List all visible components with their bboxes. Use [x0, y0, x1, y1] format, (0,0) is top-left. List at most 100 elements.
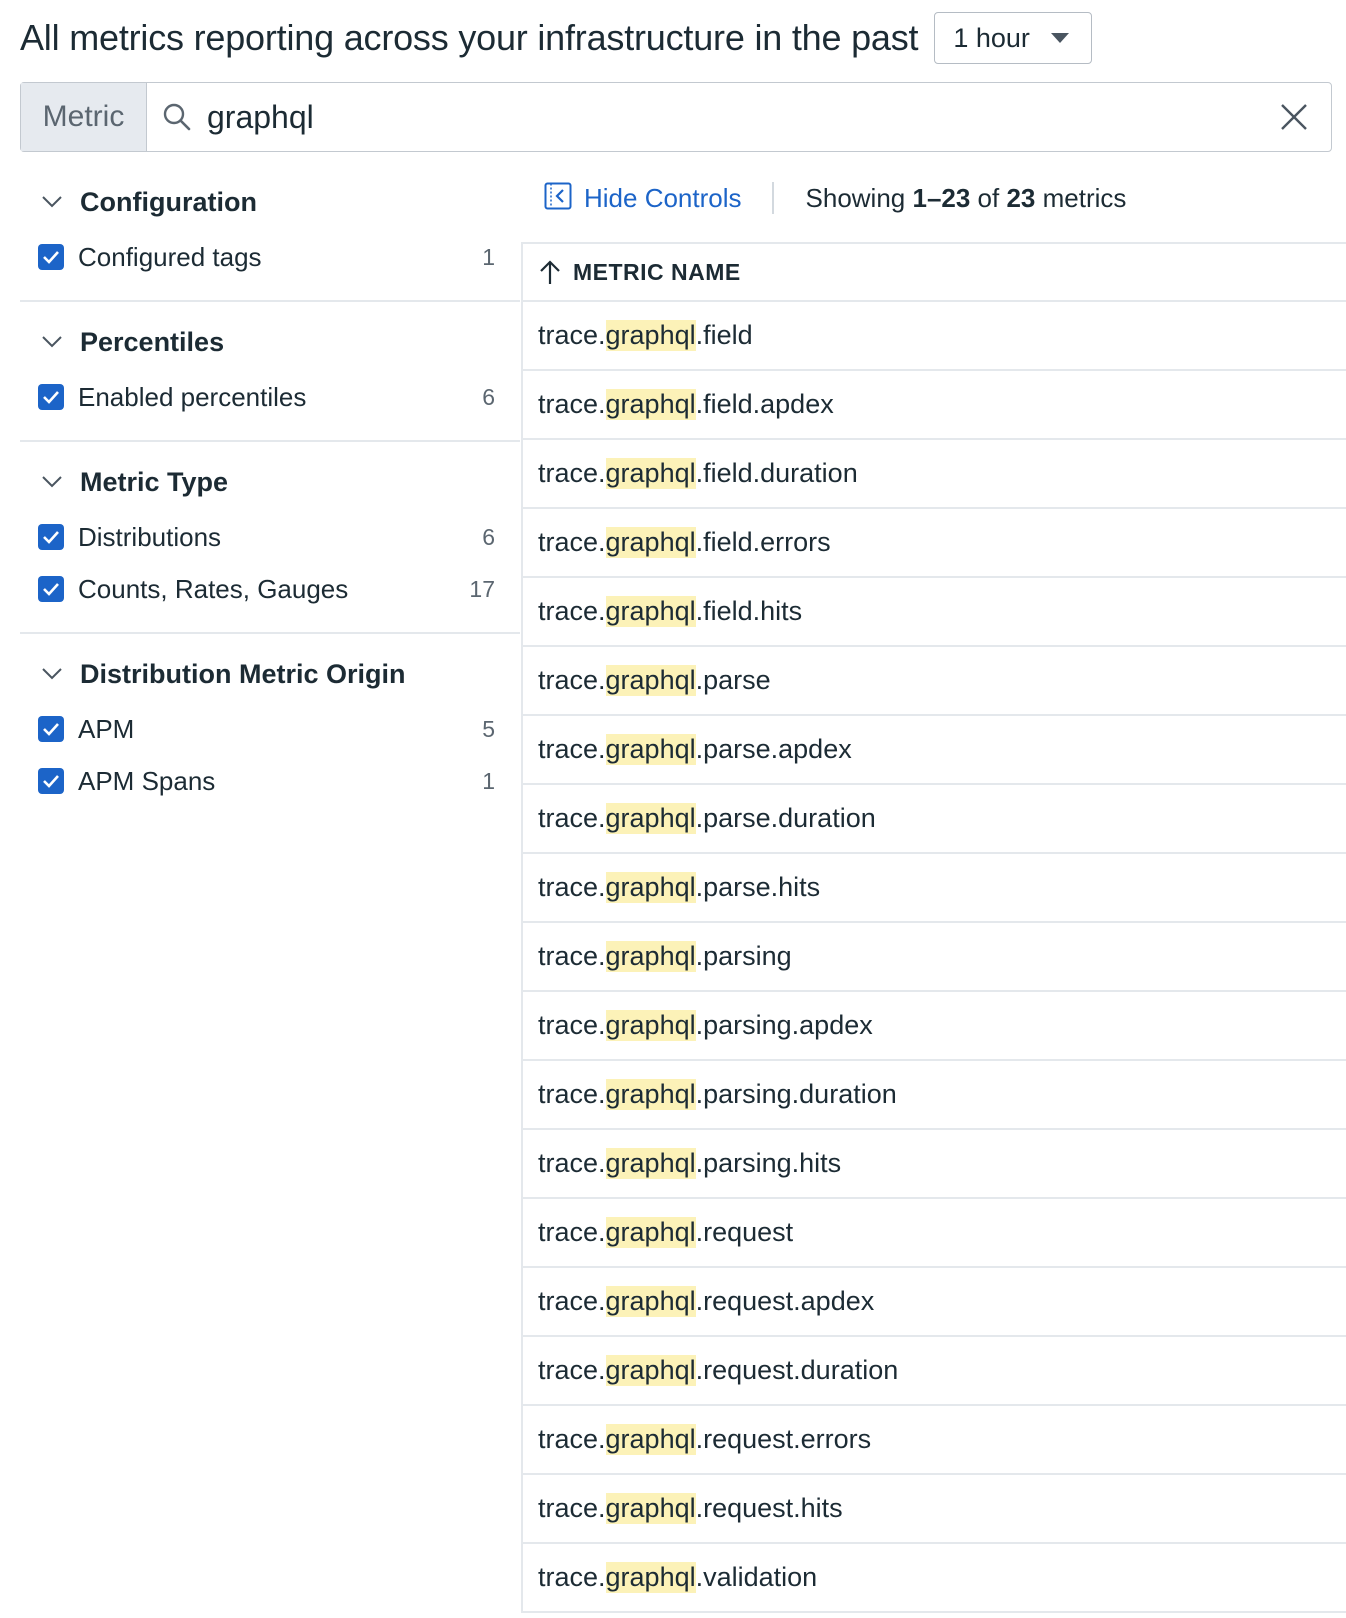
table-row[interactable]: trace. graphql .parse.apdex: [523, 716, 1346, 785]
table-row[interactable]: trace. graphql .field.apdex: [523, 371, 1346, 440]
facet-option-count: 6: [482, 523, 495, 550]
search-match-highlight: graphql: [605, 1010, 696, 1041]
metric-name-suffix: .parsing.hits: [695, 1148, 842, 1178]
facet-option-label: Distributions: [78, 521, 222, 552]
table-row[interactable]: trace. graphql .field: [523, 302, 1346, 371]
page-title: All metrics reporting across your infras…: [20, 17, 919, 58]
metric-name-suffix: .parse.apdex: [695, 734, 852, 764]
table-row[interactable]: trace. graphql .parsing.apdex: [523, 992, 1346, 1061]
metric-name-prefix: trace.: [538, 734, 606, 764]
table-row[interactable]: trace. graphql .parsing.hits: [523, 1130, 1346, 1199]
table-row[interactable]: trace. graphql .parse.hits: [523, 854, 1346, 923]
table-row[interactable]: trace. graphql .request: [523, 1199, 1346, 1268]
facet-option-label: Counts, Rates, Gauges: [78, 573, 349, 604]
table-row[interactable]: trace. graphql .request.hits: [523, 1475, 1346, 1544]
search-match-highlight: graphql: [605, 1079, 696, 1110]
facet-header[interactable]: Distribution Metric Origin: [20, 652, 520, 696]
facet-option-count: 1: [482, 767, 495, 794]
search-match-highlight: graphql: [605, 803, 696, 834]
search-match-highlight: graphql: [605, 1217, 696, 1248]
collapse-panel-icon: [544, 182, 572, 215]
metric-name-prefix: trace.: [538, 872, 606, 902]
checkbox-checked[interactable]: [38, 768, 64, 794]
chevron-down-icon: [42, 472, 62, 492]
checkbox-checked[interactable]: [38, 524, 64, 550]
metric-name-suffix: .parsing: [695, 941, 792, 971]
chevron-down-icon: [42, 332, 62, 352]
facet-title: Metric Type: [80, 466, 229, 497]
metric-name-suffix: .parsing.apdex: [695, 1010, 873, 1040]
facet-section: Metric Type Distributions 6 Counts, Rates, …: [20, 460, 520, 634]
hide-controls-button[interactable]: Hide Controls: [544, 182, 742, 215]
search-match-highlight: graphql: [605, 665, 696, 696]
clear-search-icon[interactable]: [1257, 83, 1331, 151]
metric-name-prefix: trace.: [538, 1562, 606, 1592]
facet-section: Percentiles Enabled percentiles 6: [20, 320, 520, 442]
checkbox-checked[interactable]: [38, 384, 64, 410]
controls-divider: [771, 182, 774, 214]
checkbox-checked[interactable]: [38, 716, 64, 742]
facet-option[interactable]: Counts, Rates, Gauges 17: [20, 564, 520, 614]
metric-name-suffix: .request.apdex: [695, 1286, 875, 1316]
metric-name-suffix: .field.errors: [695, 527, 831, 557]
table-row[interactable]: trace. graphql .field.duration: [523, 440, 1346, 509]
chevron-down-icon: [42, 664, 62, 684]
search-input[interactable]: [207, 83, 1257, 151]
facet-sidebar: Configuration Configured tags 1 Percentiles…: [20, 180, 520, 842]
facet-header[interactable]: Metric Type: [20, 460, 520, 504]
metric-name-prefix: trace.: [538, 1217, 606, 1247]
search-match-highlight: graphql: [605, 941, 696, 972]
table-row[interactable]: trace. graphql .request.duration: [523, 1337, 1346, 1406]
metric-name-suffix: .parse.hits: [695, 872, 821, 902]
metric-name-prefix: trace.: [538, 389, 606, 419]
summary-prefix: Showing: [805, 182, 913, 213]
checkbox-checked[interactable]: [38, 576, 64, 602]
facet-option[interactable]: Configured tags 1: [20, 232, 520, 282]
facet-option-count: 17: [469, 575, 495, 602]
search-prefix-label: Metric: [21, 83, 147, 151]
metric-name-prefix: trace.: [538, 941, 606, 971]
facet-option[interactable]: Distributions 6: [20, 512, 520, 562]
facet-option-label: APM: [78, 713, 135, 744]
facet-option[interactable]: APM 5: [20, 704, 520, 754]
metric-name-prefix: trace.: [538, 320, 606, 350]
table-row[interactable]: trace. graphql .parsing.duration: [523, 1061, 1346, 1130]
metric-name-suffix: .request.errors: [695, 1424, 872, 1454]
search-match-highlight: graphql: [605, 1493, 696, 1524]
search-match-highlight: graphql: [605, 1355, 696, 1386]
sort-ascending-icon: [539, 259, 561, 285]
metric-name-prefix: trace.: [538, 1079, 606, 1109]
column-header-metric-name[interactable]: METRIC NAME: [523, 244, 1346, 302]
table-row[interactable]: trace. graphql .parsing: [523, 923, 1346, 992]
table-row[interactable]: trace. graphql .parse: [523, 647, 1346, 716]
facet-option[interactable]: Enabled percentiles 6: [20, 372, 520, 422]
facet-option-count: 5: [482, 715, 495, 742]
metric-name-prefix: trace.: [538, 527, 606, 557]
table-row[interactable]: trace. graphql .validation: [523, 1544, 1346, 1613]
metrics-table: METRIC NAME trace. graphql .field trace. gra…: [521, 242, 1346, 1613]
facet-header[interactable]: Configuration: [20, 180, 520, 224]
facet-title: Distribution Metric Origin: [80, 658, 406, 689]
table-row[interactable]: trace. graphql .field.errors: [523, 509, 1346, 578]
summary-suffix: metrics: [1035, 182, 1127, 213]
metric-search-bar: Metric: [20, 82, 1332, 152]
table-row[interactable]: trace. graphql .parse.duration: [523, 785, 1346, 854]
checkbox-checked[interactable]: [38, 244, 64, 270]
metric-name-suffix: .parsing.duration: [695, 1079, 897, 1109]
facet-header[interactable]: Percentiles: [20, 320, 520, 364]
table-row[interactable]: trace. graphql .field.hits: [523, 578, 1346, 647]
facet-option-count: 6: [482, 383, 495, 410]
facet-option[interactable]: APM Spans 1: [20, 756, 520, 806]
metric-name-suffix: .request.duration: [695, 1355, 899, 1385]
metric-name-prefix: trace.: [538, 1148, 606, 1178]
results-summary: Showing 1–23 of 23 metrics: [806, 183, 1127, 214]
time-range-select[interactable]: 1 hour: [934, 12, 1093, 64]
table-row[interactable]: trace. graphql .request.apdex: [523, 1268, 1346, 1337]
search-match-highlight: graphql: [605, 872, 696, 903]
search-match-highlight: graphql: [605, 389, 696, 420]
page-header: All metrics reporting across your infras…: [20, 10, 1093, 66]
metrics-table-body: trace. graphql .field trace. graphql .field.a…: [523, 302, 1346, 1613]
table-row[interactable]: trace. graphql .request.errors: [523, 1406, 1346, 1475]
summary-range: 1–23: [912, 182, 971, 213]
metric-name-prefix: trace.: [538, 803, 606, 833]
